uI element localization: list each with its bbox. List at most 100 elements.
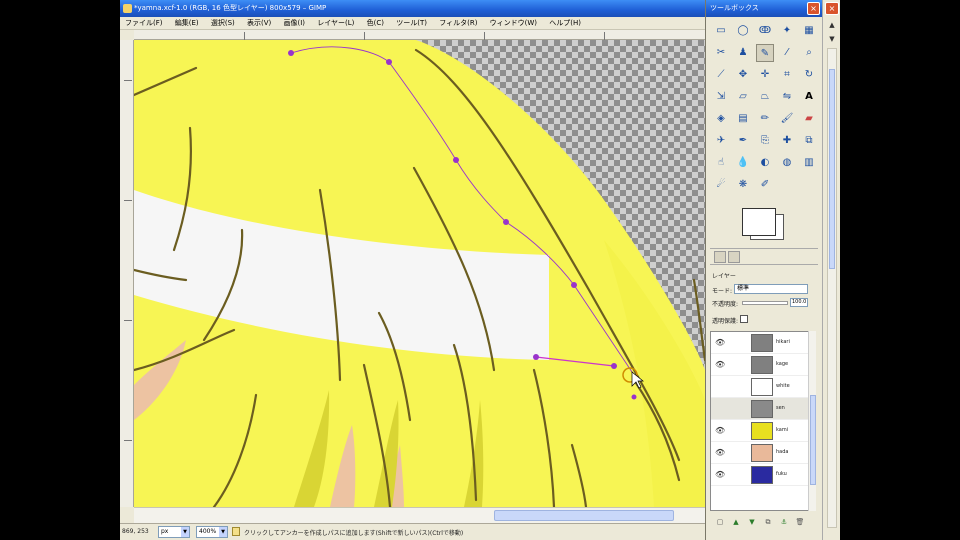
menu-filters[interactable]: フィルタ(R) [434, 17, 482, 30]
lock-label: 透明保護: [712, 318, 739, 325]
foreground-color-swatch[interactable] [742, 208, 776, 236]
delete-layer-icon[interactable]: 🗑 [794, 516, 806, 528]
blur-tool-icon[interactable]: 💧 [734, 154, 752, 172]
layer-row[interactable]: 👁 hada [711, 442, 809, 464]
layer-row[interactable]: 👁 fuku [711, 464, 809, 486]
opacity-value: 100.0 [792, 299, 807, 305]
image-canvas[interactable] [134, 40, 705, 507]
layer-name: kage [776, 361, 789, 367]
scale-tool-icon[interactable]: ⇲ [712, 88, 730, 106]
scroll-up-icon[interactable]: ▲ [827, 20, 837, 30]
new-layer-icon[interactable]: ▢ [714, 516, 726, 528]
levels-tool-icon[interactable]: ▥ [800, 154, 818, 172]
airbrush-tool-icon[interactable]: ✈ [712, 132, 730, 150]
eye-icon[interactable] [715, 382, 724, 391]
menu-layer[interactable]: レイヤー(L) [312, 17, 359, 30]
measure-tool-icon[interactable]: ⟋ [712, 66, 730, 84]
flip-tool-icon[interactable]: ⇋ [778, 88, 796, 106]
raise-layer-icon[interactable]: ▲ [730, 516, 742, 528]
zoom-select[interactable]: 400% ▼ [196, 526, 228, 538]
align-tool-icon[interactable]: ✛ [756, 66, 774, 84]
lower-layer-icon[interactable]: ▼ [746, 516, 758, 528]
menu-edit[interactable]: 編集(E) [170, 17, 204, 30]
paths-tool-icon[interactable]: ✎ [756, 44, 774, 62]
scissors-tool-icon[interactable]: ✂ [712, 44, 730, 62]
menu-select[interactable]: 選択(S) [206, 17, 240, 30]
horizontal-ruler[interactable] [134, 30, 705, 40]
eye-icon[interactable]: 👁 [715, 338, 725, 347]
eye-icon[interactable]: 👁 [715, 448, 725, 457]
perspective-tool-icon[interactable]: ⏢ [756, 88, 774, 106]
rotate-tool-icon[interactable]: ↻ [800, 66, 818, 84]
duplicate-layer-icon[interactable]: ⧉ [762, 516, 774, 528]
rect-select-tool-icon[interactable]: ▭ [712, 22, 730, 40]
horizontal-scrollbar[interactable] [134, 507, 705, 523]
shear-tool-icon[interactable]: ▱ [734, 88, 752, 106]
foreground-select-tool-icon[interactable]: ♟ [734, 44, 752, 62]
image-window-titlebar[interactable]: *yamna.xcf-1.0 (RGB, 16 色型レイヤー) 800x579 … [120, 0, 705, 17]
menu-help[interactable]: ヘルプ(H) [544, 17, 586, 30]
unit-select[interactable]: px ▼ [158, 526, 190, 538]
anchor-layer-icon[interactable]: ⚓ [778, 516, 790, 528]
lock-alpha-checkbox[interactable] [740, 315, 748, 323]
layer-row[interactable]: 👁 kage [711, 354, 809, 376]
color-balance-tool-icon[interactable]: ❋ [734, 176, 752, 194]
menu-file[interactable]: ファイル(F) [120, 17, 168, 30]
menu-image[interactable]: 画像(I) [279, 17, 311, 30]
convolve-tool-icon[interactable]: ◍ [778, 154, 796, 172]
vertical-scrollbar[interactable] [827, 48, 837, 528]
fg-select-tool-icon[interactable]: ☄ [712, 176, 730, 194]
anchor-point [453, 157, 459, 163]
fuzzy-select-tool-icon[interactable]: ✦ [778, 22, 796, 40]
color-picker-tool-icon[interactable]: ⁄ [778, 44, 796, 62]
opacity-spinbox[interactable]: 100.0 [790, 298, 808, 307]
scroll-down-icon[interactable]: ▼ [827, 34, 837, 44]
eye-icon[interactable]: 👁 [715, 470, 725, 479]
perspective-clone-tool-icon[interactable]: ⧉ [800, 132, 818, 150]
close-icon[interactable]: × [825, 2, 839, 15]
menu-tools[interactable]: ツール(T) [391, 17, 432, 30]
brush-select-tool-icon[interactable]: ✐ [756, 176, 774, 194]
menu-view[interactable]: 表示(V) [242, 17, 276, 30]
ink-tool-icon[interactable]: ✒ [734, 132, 752, 150]
clone-tool-icon[interactable]: ⎘ [756, 132, 774, 150]
vertical-ruler[interactable] [120, 40, 134, 507]
scrollbar-thumb[interactable] [829, 69, 835, 269]
toolbox-titlebar[interactable]: ツールボックス × [706, 0, 822, 17]
dodge-burn-tool-icon[interactable]: ◐ [756, 154, 774, 172]
free-select-tool-icon[interactable]: ↂ [756, 22, 774, 40]
menu-windows[interactable]: ウィンドウ(W) [485, 17, 542, 30]
move-tool-icon[interactable]: ✥ [734, 66, 752, 84]
eye-icon[interactable] [715, 404, 724, 413]
layer-thumbnail [751, 378, 773, 396]
layer-row-selected[interactable]: sen [711, 398, 809, 420]
paintbrush-tool-icon[interactable]: 🖌 [778, 110, 796, 128]
layer-mode-select[interactable]: 標準 [734, 284, 808, 294]
text-tool-icon[interactable]: A [800, 88, 818, 106]
toolbox-window: ツールボックス × ▭ ◯ ↂ ✦ ▦ ✂ ♟ ✎ ⁄ ⌕ ⟋ ✥ ✛ ⌗ ↻ … [705, 0, 822, 540]
crop-tool-icon[interactable]: ⌗ [778, 66, 796, 84]
menu-colors[interactable]: 色(C) [362, 17, 389, 30]
heal-tool-icon[interactable]: ✚ [778, 132, 796, 150]
layer-row[interactable]: 👁 hikari [711, 332, 809, 354]
zoom-tool-icon[interactable]: ⌕ [800, 44, 818, 62]
tab-layers[interactable] [714, 251, 726, 263]
eye-icon[interactable]: 👁 [715, 426, 725, 435]
smudge-tool-icon[interactable]: ☝ [712, 154, 730, 172]
bucket-fill-tool-icon[interactable]: ◈ [712, 110, 730, 128]
blend-tool-icon[interactable]: ▤ [734, 110, 752, 128]
ellipse-select-tool-icon[interactable]: ◯ [734, 22, 752, 40]
tab-channels[interactable] [728, 251, 740, 263]
eye-icon[interactable]: 👁 [715, 360, 725, 369]
eraser-tool-icon[interactable]: ▰ [800, 110, 818, 128]
scrollbar-thumb[interactable] [494, 510, 674, 521]
color-swatches[interactable] [742, 208, 788, 242]
opacity-slider[interactable] [742, 301, 788, 305]
layer-list-scrollbar[interactable] [808, 331, 816, 511]
layer-row[interactable]: white [711, 376, 809, 398]
pencil-tool-icon[interactable]: ✏ [756, 110, 774, 128]
close-icon[interactable]: × [807, 2, 820, 15]
select-by-color-tool-icon[interactable]: ▦ [800, 22, 818, 40]
layer-row[interactable]: 👁 kami [711, 420, 809, 442]
scrollbar-thumb[interactable] [810, 395, 816, 485]
